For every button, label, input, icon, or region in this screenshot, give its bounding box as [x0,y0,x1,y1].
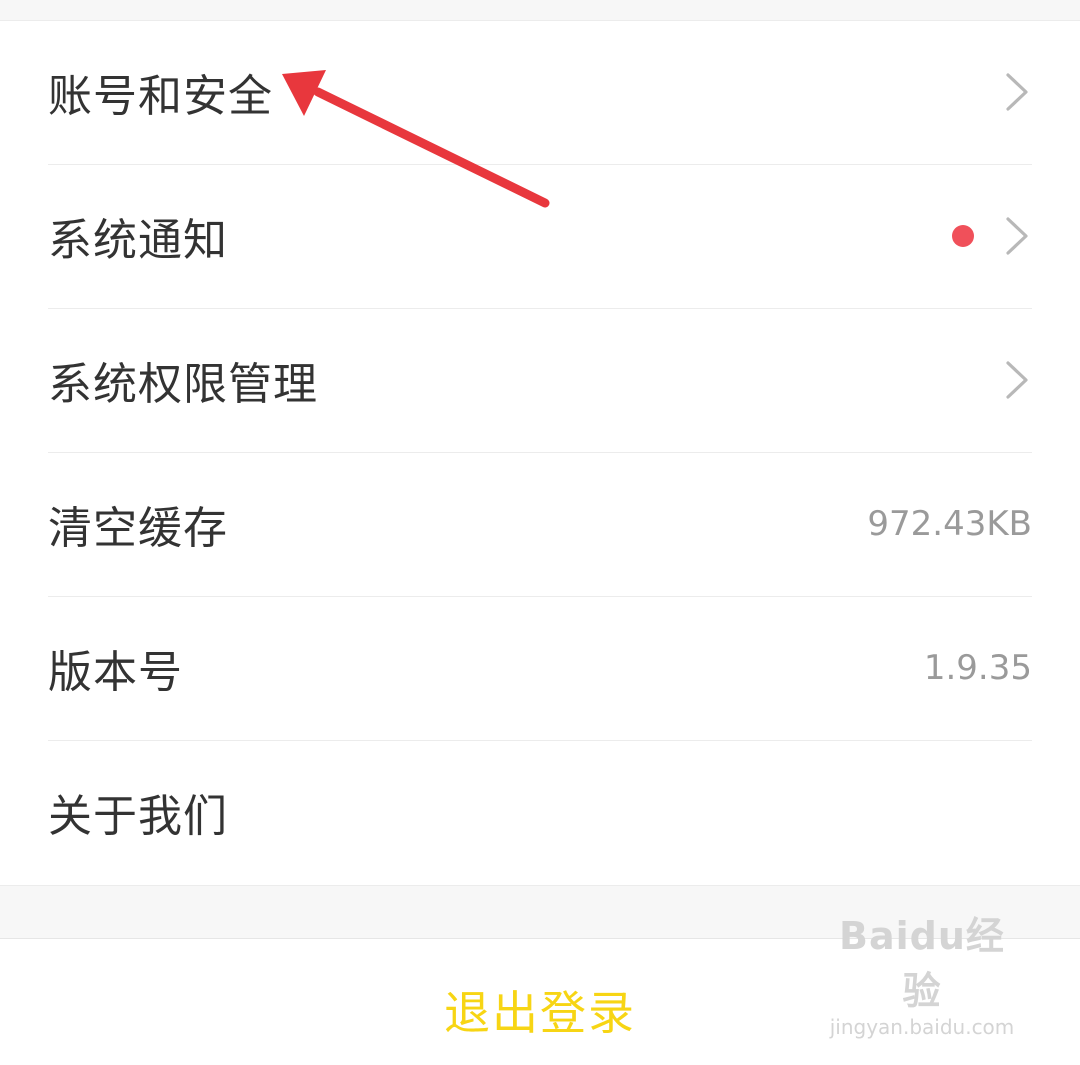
watermark-url: jingyan.baidu.com [829,1015,1015,1039]
logout-button[interactable]: 退出登录 [444,977,636,1043]
chevron-right-icon [1006,216,1028,255]
settings-item-system-notifications[interactable]: 系统通知 [48,165,1032,309]
settings-item-label: 关于我们 [48,791,228,842]
cache-size-value: 972.43KB [867,503,1032,544]
unread-badge-dot [952,224,974,247]
settings-list: 账号和安全 系统通知 系统权限管理 清空缓存 972.43KB 版本号 1.9.… [0,20,1080,886]
settings-item-label: 清空缓存 [48,502,228,554]
settings-item-permissions[interactable]: 系统权限管理 [48,309,1032,453]
settings-item-right [952,216,1032,256]
baidu-jingyan-watermark: Baidu经验 jingyan.baidu.com [822,905,1022,1039]
settings-item-label: 账号和安全 [48,70,273,122]
chevron-right-icon [1006,360,1028,399]
settings-item-account-security[interactable]: 账号和安全 [48,21,1032,165]
chevron-right-icon [1006,72,1028,111]
settings-item-version: 版本号 1.9.35 [48,597,1032,741]
settings-page: 账号和安全 系统通知 系统权限管理 清空缓存 972.43KB 版本号 1.9.… [0,0,1080,1065]
version-value: 1.9.35 [923,647,1032,688]
settings-item-clear-cache[interactable]: 清空缓存 972.43KB [48,453,1032,597]
settings-item-about-us[interactable]: 关于我们 [48,741,1032,885]
settings-item-label: 版本号 [48,646,183,698]
settings-item-label: 系统权限管理 [48,358,318,410]
settings-item-right: 972.43KB [867,504,1032,544]
settings-item-label: 系统通知 [48,214,228,266]
settings-item-right [1004,72,1032,112]
settings-item-right: 1.9.35 [924,648,1032,688]
watermark-logo: Baidu经验 [839,914,1005,1013]
settings-item-right [1004,360,1032,400]
